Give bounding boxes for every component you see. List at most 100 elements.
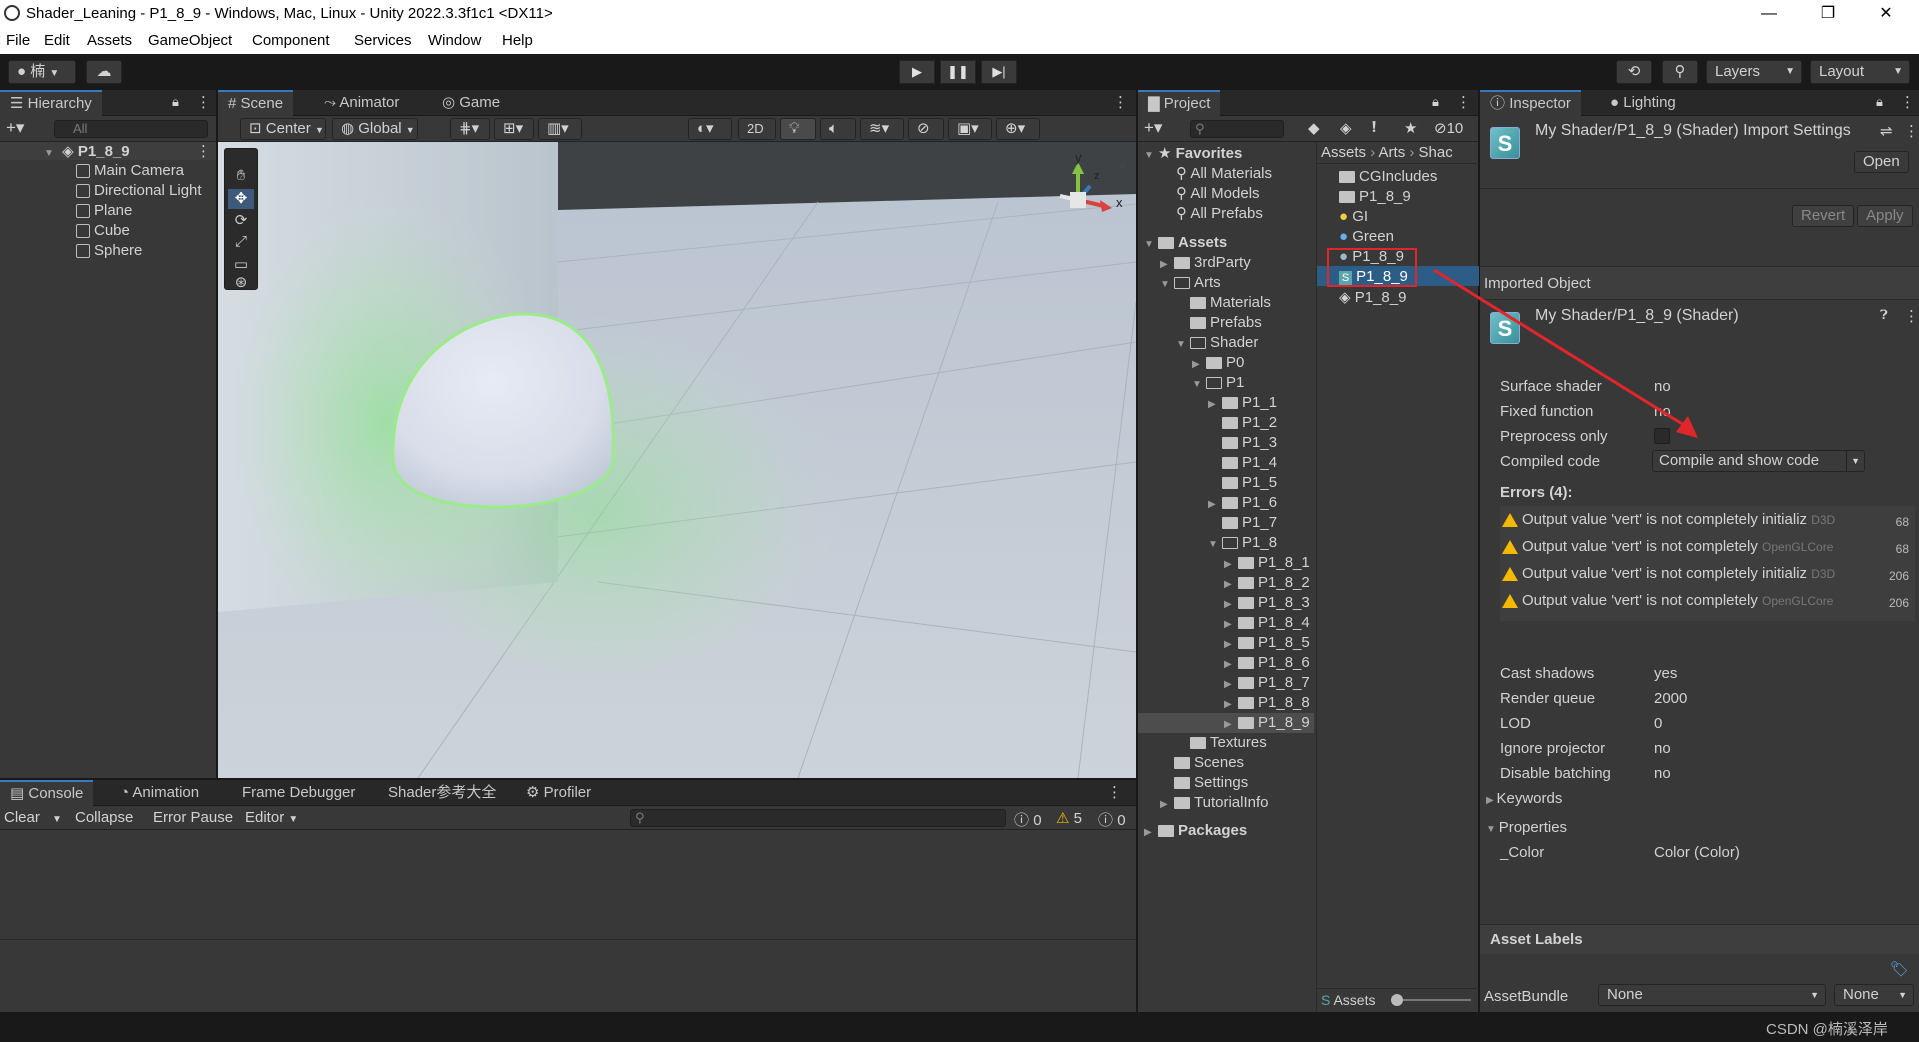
folder-item-p0[interactable]: ▶ P0 (1192, 354, 1244, 371)
error-count-toggle[interactable]: ⓘ 0 (1098, 809, 1126, 830)
packages-header[interactable]: ▶ Packages (1144, 822, 1247, 839)
draw-mode-button[interactable]: ◐▾ (688, 118, 732, 140)
clear-button[interactable]: Clear ▼ (4, 809, 62, 826)
layout-dropdown[interactable]: Layout ▼ (1810, 60, 1910, 84)
breadcrumb-arts[interactable]: Arts (1379, 144, 1406, 161)
compile-show-code-button[interactable]: Compile and show code ▼ (1652, 450, 1865, 472)
favorite-star-icon[interactable]: ★ (1404, 119, 1417, 137)
file-p1-8-9-scene[interactable]: ◈ P1_8_9 (1339, 288, 1406, 306)
lock-icon[interactable]: 🔒︎ (1876, 94, 1883, 110)
apply-button[interactable]: Apply (1857, 205, 1913, 227)
cloud-button[interactable]: ☁ (86, 60, 122, 84)
open-button[interactable]: Open (1854, 151, 1909, 173)
favorites-header[interactable]: ▼ ★ Favorites (1144, 144, 1242, 162)
console-log-list[interactable] (0, 830, 1136, 940)
console-search-input[interactable]: ⚲ (630, 809, 1006, 827)
folder-item-p1-8-4[interactable]: ▶ P1_8_4 (1224, 614, 1310, 631)
undo-history-button[interactable]: ⟲ (1616, 60, 1652, 84)
tab-animator[interactable]: ⤳ Animator (314, 90, 409, 116)
hierarchy-item-sphere[interactable]: Sphere (76, 242, 142, 259)
collapse-arrow-icon[interactable]: ▶ (1208, 399, 1218, 410)
folder-item-p1-8-3[interactable]: ▶ P1_8_3 (1224, 594, 1310, 611)
folder-item-3rdparty[interactable]: ▶ 3rdParty (1160, 254, 1251, 271)
folder-item-materials[interactable]: Materials (1176, 294, 1271, 311)
collapse-arrow-icon[interactable]: ▶ (1224, 659, 1234, 670)
close-button[interactable]: ✕ (1866, 2, 1906, 26)
folder-item-p1-8-9[interactable]: ▶ P1_8_9 (1224, 714, 1310, 731)
collapse-button[interactable]: Collapse (75, 809, 133, 826)
camera-settings-button[interactable]: ▣▾ (948, 118, 992, 140)
lock-icon[interactable]: 🔒︎ (172, 94, 179, 110)
rect-tool-icon[interactable]: ▭ (228, 255, 254, 275)
file-gi[interactable]: ● GI (1339, 208, 1368, 225)
folder-item-scenes[interactable]: Scenes (1160, 754, 1244, 771)
assets-header[interactable]: ▼ Assets (1144, 234, 1227, 251)
tab-project[interactable]: ▇ Project (1138, 90, 1221, 116)
filter-type-icon[interactable]: ◆ (1308, 119, 1320, 137)
chevron-down-icon[interactable]: ▼ (1846, 451, 1860, 471)
error-row[interactable]: Output value 'vert' is not completely in… (1502, 511, 1915, 537)
menu-gameobject[interactable]: GameObject (148, 32, 232, 49)
tab-profiler[interactable]: ⚙ Profiler (516, 780, 601, 806)
scene-menu-icon[interactable]: ⋮ (196, 142, 211, 160)
error-row[interactable]: Output value 'vert' is not completely in… (1502, 565, 1915, 591)
expand-arrow-icon[interactable]: ▼ (1208, 539, 1218, 550)
collapse-arrow-icon[interactable]: ▶ (1224, 619, 1234, 630)
log-count-toggle[interactable]: ⓘ 0 (1014, 809, 1042, 830)
hierarchy-search-input[interactable]: All (54, 120, 208, 138)
expand-arrow-icon[interactable]: ▼ (1192, 379, 1202, 390)
collapse-arrow-icon[interactable]: ▶ (1160, 259, 1170, 270)
hierarchy-item-plane[interactable]: Plane (76, 202, 132, 219)
scene-menu-icon[interactable]: ⋮ (1113, 93, 1128, 111)
assetbundle-variant-dropdown[interactable]: None ▼ (1834, 984, 1914, 1006)
folder-item-p1-8-5[interactable]: ▶ P1_8_5 (1224, 634, 1310, 651)
tab-inspector[interactable]: ⓘ Inspector (1480, 90, 1581, 116)
file-green[interactable]: ● Green (1339, 228, 1394, 245)
folder-item-p1-7[interactable]: P1_7 (1208, 514, 1277, 531)
collapse-arrow-icon[interactable]: ▶ (1224, 559, 1234, 570)
tab-game[interactable]: ◎ Game (432, 90, 510, 116)
grid-snap-button[interactable]: ⋕▾ (450, 118, 490, 140)
hierarchy-item-cube[interactable]: Cube (76, 222, 130, 239)
folder-item-p1-8[interactable]: ▼ P1_8 (1208, 534, 1277, 551)
collapse-arrow-icon[interactable]: ▶ (1224, 699, 1234, 710)
favorite-all-models[interactable]: ⚲ All Models (1176, 184, 1260, 202)
kebab-menu-icon[interactable]: ⋮ (1900, 93, 1915, 111)
console-menu-icon[interactable]: ⋮ (1107, 783, 1122, 801)
collapse-arrow-icon[interactable]: ▶ (1224, 679, 1234, 690)
collapse-arrow-icon[interactable]: ▶ (1160, 799, 1170, 810)
move-tool-icon[interactable]: ✥ (228, 189, 254, 209)
lock-icon[interactable]: 🔒︎ (1432, 94, 1439, 110)
collapse-arrow-icon[interactable]: ▶ (1224, 579, 1234, 590)
label-tag-icon[interactable]: 🏷︎ (1890, 960, 1909, 978)
scene-root[interactable]: ▼ ◈ P1_8_9 (44, 142, 130, 160)
filter-label-icon[interactable]: ◈ (1340, 119, 1352, 137)
error-pause-button[interactable]: Error Pause (153, 809, 233, 826)
folder-item-p1[interactable]: ▼ P1 (1192, 374, 1244, 391)
menu-services[interactable]: Services (354, 32, 412, 49)
account-button[interactable]: ● 楠 ▼ (8, 60, 76, 84)
folder-item-p1-8-2[interactable]: ▶ P1_8_2 (1224, 574, 1310, 591)
scene-viewport[interactable]: ✋︎ ✥ ⟳ ⤢ ▭ ⊛ y x z 🔒︎ (218, 142, 1136, 778)
grid-visibility-button[interactable]: ▥▾ (538, 118, 582, 140)
collapse-arrow-icon[interactable]: ▶ (1192, 359, 1202, 370)
audio-toggle[interactable]: 🔈︎ (820, 118, 856, 140)
folder-item-p1-4[interactable]: P1_4 (1208, 454, 1277, 471)
folder-item-tutorialinfo[interactable]: ▶ TutorialInfo (1160, 794, 1268, 811)
icon-size-slider[interactable] (1393, 999, 1471, 1001)
kebab-menu-icon[interactable]: ⋮ (196, 93, 211, 111)
folder-item-settings[interactable]: Settings (1160, 774, 1248, 791)
lighting-toggle[interactable]: 💡︎ (780, 118, 816, 140)
scene-orientation-gizmo[interactable]: y x z 🔒︎ (1038, 150, 1128, 230)
slider-handle[interactable] (1391, 994, 1403, 1006)
tab-shader-reference[interactable]: Shader参考大全 (378, 780, 506, 806)
file-cgincludes[interactable]: CGIncludes (1339, 168, 1437, 185)
favorite-all-prefabs[interactable]: ⚲ All Prefabs (1176, 204, 1263, 222)
tab-hierarchy[interactable]: ☰ Hierarchy (0, 90, 102, 116)
hidden-packages-toggle[interactable]: ⊘10 (1434, 119, 1463, 137)
assetbundle-dropdown[interactable]: None ▼ (1598, 984, 1826, 1006)
hierarchy-item-directional-light[interactable]: Directional Light (76, 182, 202, 199)
kebab-menu-icon[interactable]: ⋮ (1456, 93, 1471, 111)
project-search-input[interactable]: ⚲ (1190, 120, 1284, 138)
folder-item-p1-6[interactable]: ▶ P1_6 (1208, 494, 1277, 511)
